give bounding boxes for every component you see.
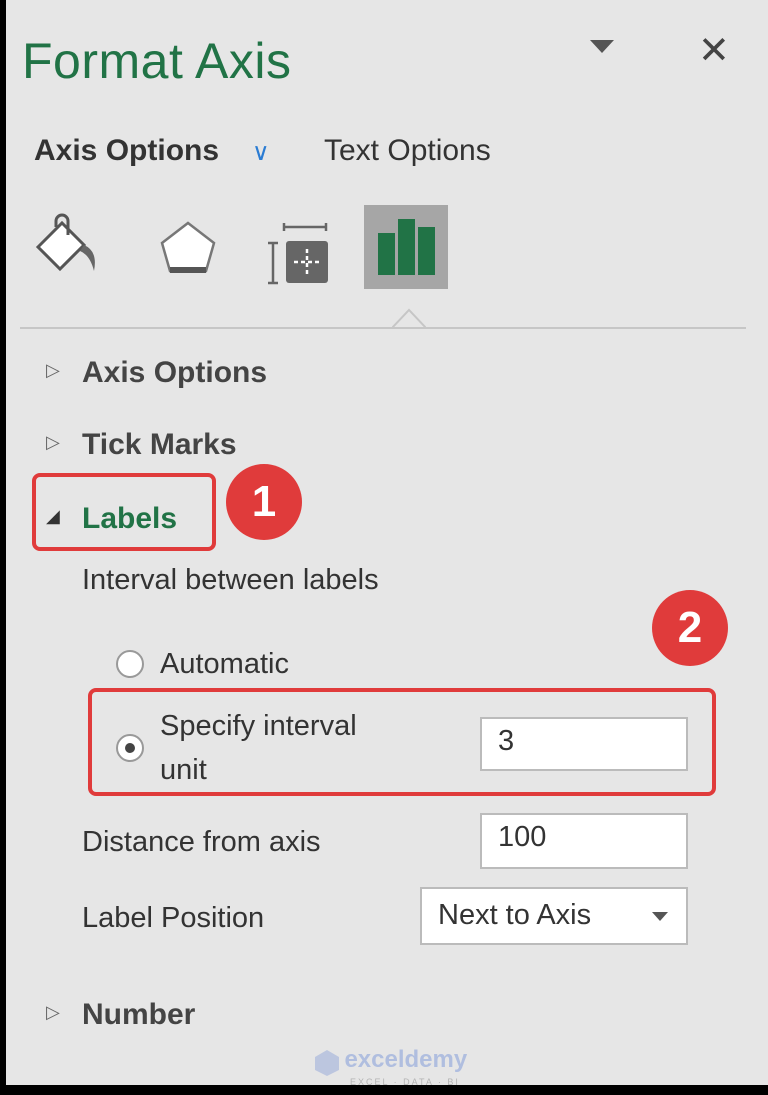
- distance-label: Distance from axis: [82, 826, 321, 858]
- label-position-value: Next to Axis: [438, 899, 592, 931]
- expand-icon[interactable]: ▷: [46, 432, 60, 453]
- pane-title: Format Axis: [22, 33, 292, 89]
- axis-options-icon[interactable]: [364, 205, 448, 289]
- format-axis-pane: Format Axis ✕ Axis Options ∨ Text Option…: [6, 0, 768, 1087]
- distance-input[interactable]: 100: [480, 813, 688, 869]
- specify-interval-radio[interactable]: [116, 734, 144, 762]
- specify-interval-label[interactable]: Specify interval: [160, 710, 357, 743]
- caret-down-icon[interactable]: [652, 912, 668, 921]
- step-badge-2: 2: [652, 590, 728, 666]
- watermark-tagline: EXCEL · DATA · BI: [350, 1076, 460, 1087]
- effects-icon[interactable]: [146, 205, 230, 289]
- chevron-down-icon[interactable]: ∨: [252, 138, 270, 167]
- specify-interval-label-2[interactable]: unit: [160, 754, 207, 787]
- watermark-logo: exceldemy EXCEL · DATA · BI: [314, 1046, 467, 1087]
- automatic-radio[interactable]: [116, 650, 144, 678]
- highlight-box-1: [32, 473, 216, 551]
- step-badge-1: 1: [226, 464, 302, 540]
- section-number[interactable]: Number: [82, 998, 195, 1032]
- caret-down-icon[interactable]: [590, 40, 614, 53]
- tab-axis-options[interactable]: Axis Options: [34, 134, 219, 168]
- fill-line-icon[interactable]: [26, 205, 110, 289]
- tab-text-options[interactable]: Text Options: [324, 134, 491, 168]
- section-tick-marks[interactable]: Tick Marks: [82, 428, 237, 462]
- expand-icon[interactable]: ▷: [46, 1002, 60, 1023]
- automatic-label[interactable]: Automatic: [160, 648, 289, 681]
- label-position-select[interactable]: Next to Axis: [420, 887, 688, 945]
- close-icon[interactable]: ✕: [698, 28, 730, 73]
- watermark-brand: exceldemy: [344, 1046, 468, 1073]
- label-position-label: Label Position: [82, 902, 265, 934]
- size-properties-icon[interactable]: [256, 205, 340, 289]
- interval-heading: Interval between labels: [82, 564, 379, 596]
- interval-unit-input[interactable]: 3: [480, 717, 688, 771]
- section-axis-options[interactable]: Axis Options: [82, 356, 267, 390]
- divider: [20, 327, 746, 329]
- expand-icon[interactable]: ▷: [46, 360, 60, 381]
